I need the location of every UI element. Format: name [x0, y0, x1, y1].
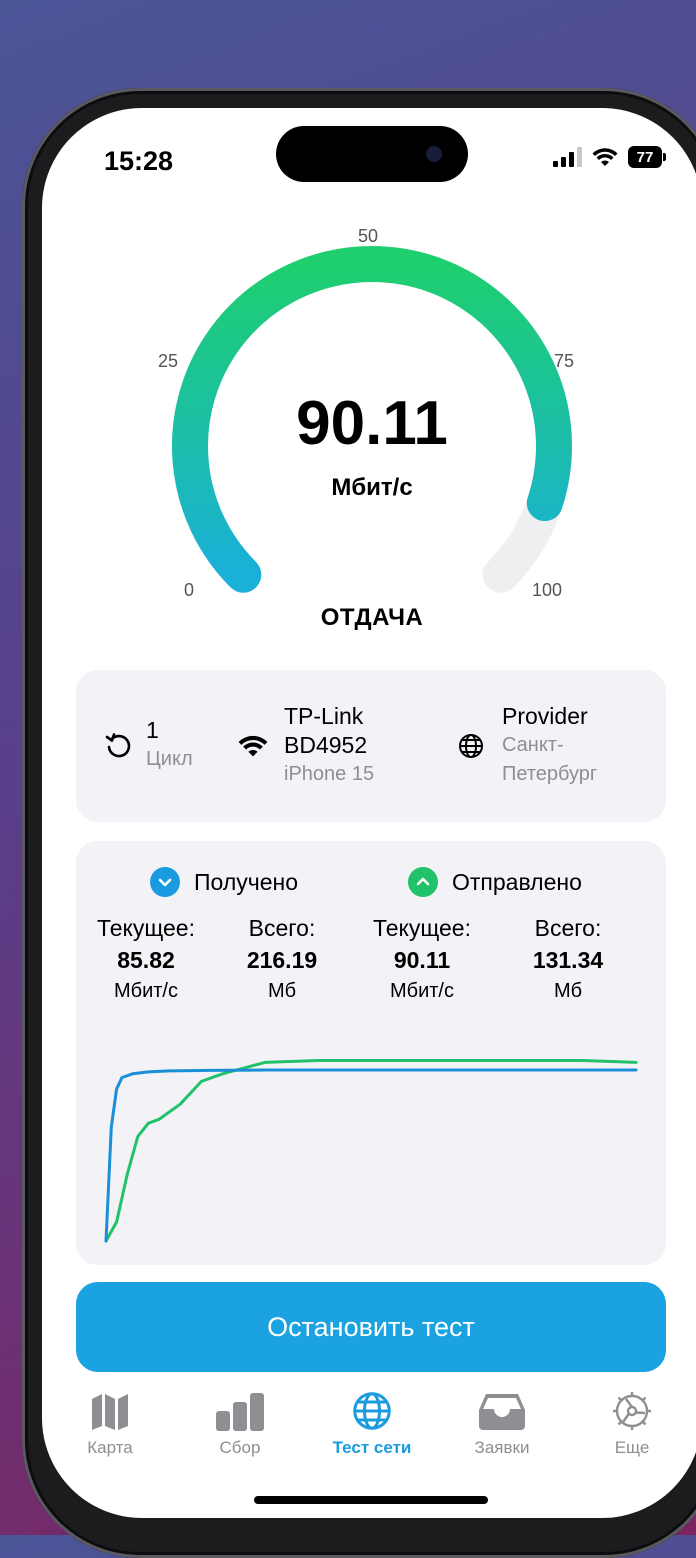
sent-current-unit: Мбит/с — [389, 980, 454, 1002]
gauge-tick-25: 25 — [158, 351, 179, 371]
sent-total-unit: Мб — [553, 980, 583, 1002]
speed-gauge: 0 25 50 75 100 90.11 Мбит/с ОТДАЧА — [42, 108, 696, 668]
speed-value: 90.11 — [296, 389, 448, 458]
received-total-value: 216.19 — [246, 947, 318, 973]
provider-name: Provider — [502, 703, 588, 729]
gauge-tick-100: 100 — [532, 580, 563, 600]
provider-city-line1: Санкт- — [502, 734, 564, 756]
legend-sent-label: Отправлено — [452, 868, 582, 895]
tab-map-label: Карта — [87, 1438, 133, 1457]
received-current-value: 85.82 — [117, 947, 175, 973]
map-icon — [92, 1394, 128, 1430]
traffic-stats-card: Получено Отправлено Текущее: 85.82 Мбит/… — [76, 841, 666, 1265]
provider-info: Provider Санкт- Петербург — [454, 702, 597, 789]
sent-current-value: 90.11 — [393, 947, 451, 973]
received-total: Всего: 216.19 Мб — [214, 913, 350, 1005]
cycle-info: 1 Цикл — [102, 716, 193, 774]
sent-total-value: 131.34 — [532, 947, 604, 973]
chevron-down-icon — [150, 867, 180, 897]
tab-requests-label: Заявки — [474, 1438, 530, 1457]
home-indicator[interactable] — [254, 1496, 488, 1504]
received-current: Текущее: 85.82 Мбит/с — [78, 913, 214, 1005]
legend-received: Получено — [150, 867, 298, 897]
globe-icon — [454, 729, 488, 763]
sent-current-label: Текущее: — [372, 915, 471, 941]
tab-collect-label: Сбор — [219, 1438, 261, 1457]
gauge-tick-50: 50 — [358, 226, 379, 246]
network-info: TP-Link BD4952 iPhone 15 — [236, 702, 374, 789]
chevron-up-icon — [408, 867, 438, 897]
tab-more-label: Еще — [614, 1438, 650, 1457]
cycle-count: 1 — [146, 717, 159, 743]
connection-info-card: 1 Цикл TP-Link BD4952 iPhone 15 Provider… — [76, 670, 666, 822]
app-screen: 15:28 77 0 25 50 75 100 90.11 Мбит/с ОТД… — [42, 108, 696, 1518]
legend-sent: Отправлено — [408, 867, 582, 897]
inbox-icon — [479, 1394, 525, 1430]
tab-more[interactable]: Еще — [572, 1388, 692, 1458]
received-current-label: Текущее: — [96, 915, 195, 941]
legend-received-label: Получено — [194, 868, 299, 895]
provider-city-line2: Петербург — [502, 763, 598, 785]
gauge-tick-0: 0 — [184, 580, 195, 600]
test-phase-label: ОТДАЧА — [320, 604, 424, 631]
bar-chart-icon — [216, 1393, 264, 1431]
network-name-line1: TP-Link — [284, 703, 364, 729]
network-name-line2: BD4952 — [284, 732, 368, 758]
received-current-unit: Мбит/с — [113, 980, 178, 1002]
sent-total-label: Всего: — [534, 915, 602, 941]
received-total-unit: Мб — [267, 980, 297, 1002]
received-total-label: Всего: — [248, 915, 316, 941]
speed-unit: Мбит/с — [331, 474, 413, 501]
sent-current: Текущее: 90.11 Мбит/с — [354, 913, 490, 1005]
graph-series-0 — [104, 1068, 638, 1243]
wifi-network-icon — [236, 729, 270, 763]
refresh-icon — [102, 728, 136, 762]
tab-collect[interactable]: Сбор — [180, 1388, 300, 1458]
sent-total: Всего: 131.34 Мб — [500, 913, 636, 1005]
speed-graph — [104, 1059, 638, 1243]
gear-icon — [613, 1392, 651, 1430]
tab-network-test-label: Тест сети — [332, 1438, 412, 1457]
device-name: iPhone 15 — [284, 763, 375, 785]
cycle-label: Цикл — [146, 748, 193, 770]
tab-map[interactable]: Карта — [50, 1388, 170, 1458]
graph-series-1 — [104, 1059, 638, 1243]
gauge-tick-75: 75 — [554, 351, 575, 371]
tab-requests[interactable]: Заявки — [442, 1388, 562, 1458]
phone-frame: 15:28 77 0 25 50 75 100 90.11 Мбит/с ОТД… — [22, 88, 696, 1558]
stop-test-button[interactable]: Остановить тест — [76, 1282, 666, 1372]
tab-network-test[interactable]: Тест сети — [312, 1388, 432, 1458]
globe-tab-icon — [353, 1392, 391, 1430]
tab-bar: Карта Сбор Тест сети Заявки Еще — [42, 1388, 696, 1468]
